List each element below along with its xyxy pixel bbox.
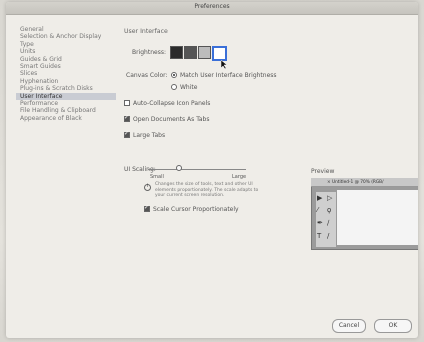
sidebar-item-hyphenation[interactable]: Hyphenation (16, 78, 116, 85)
large-tabs-checkbox[interactable] (124, 130, 130, 138)
auto-collapse-label: Auto-Collapse Icon Panels (133, 100, 211, 107)
line-tool-icon: / (327, 232, 330, 240)
ui-scaling-small-label: Small (150, 174, 164, 180)
brightness-light-swatch[interactable] (212, 46, 227, 61)
sidebar-item-units[interactable]: Units (16, 48, 116, 55)
cancel-button[interactable]: Cancel (332, 319, 366, 333)
sidebar-item-selection[interactable]: Selection & Anchor Display (16, 33, 116, 40)
ok-button[interactable]: OK (374, 319, 412, 333)
magic-wand-icon: ⁄ (317, 206, 319, 214)
ui-scaling-slider-track[interactable] (148, 169, 246, 170)
type-tool-icon: T (317, 232, 322, 240)
sidebar-item-type[interactable]: Type (16, 41, 116, 48)
ui-scaling-info-text: Changes the size of tools, text and othe… (155, 182, 259, 198)
ui-scaling-large-label: Large (232, 174, 247, 180)
sidebar-item-smart-guides[interactable]: Smart Guides (16, 63, 116, 70)
scale-cursor-checkbox[interactable] (144, 204, 150, 212)
preferences-window: Preferences General Selection & Anchor D… (6, 2, 418, 338)
selection-tool-icon: ▶ (317, 194, 323, 202)
brightness-medium-light-swatch[interactable] (198, 46, 211, 59)
sidebar-item-general[interactable]: General (16, 26, 116, 33)
ui-scaling-slider-knob[interactable] (176, 165, 182, 171)
window-title: Preferences (194, 3, 230, 10)
radio-match-brightness[interactable] (171, 72, 177, 78)
large-tabs-label: Large Tabs (133, 132, 166, 139)
lasso-icon: ϙ (327, 206, 332, 214)
info-icon (144, 183, 151, 191)
direct-selection-tool-icon: ▷ (327, 194, 333, 202)
main-panel: User Interface Brightness: Canvas Color:… (118, 16, 418, 333)
open-docs-tabs-checkbox[interactable] (124, 114, 130, 122)
auto-collapse-checkbox[interactable] (124, 100, 130, 106)
sidebar-item-slices[interactable]: Slices (16, 70, 116, 77)
canvas-color-label: Canvas Color: (126, 72, 168, 79)
pen-tool-icon: ✒ (317, 219, 323, 227)
curvature-tool-icon: ∕ (327, 219, 330, 227)
cursor-arrow-icon (221, 60, 228, 70)
sidebar-item-plugins[interactable]: Plug-ins & Scratch Disks (16, 85, 116, 92)
canvas-option-white-label: White (180, 84, 198, 91)
preview-document-tab: × Untitled-1 @ 70% (RGB/ (327, 180, 384, 185)
sidebar-item-performance[interactable]: Performance (16, 100, 116, 107)
sidebar: General Selection & Anchor Display Type … (16, 26, 116, 122)
brightness-dark-swatch[interactable] (170, 46, 183, 59)
open-docs-tabs-label: Open Documents As Tabs (133, 116, 210, 123)
sidebar-item-appearance-black[interactable]: Appearance of Black (16, 115, 116, 122)
sidebar-item-file-handling[interactable]: File Handling & Clipboard (16, 107, 116, 114)
sidebar-item-user-interface[interactable]: User Interface (16, 92, 116, 100)
preview-label: Preview (311, 168, 335, 175)
brightness-label: Brightness: (132, 49, 166, 56)
radio-white[interactable] (171, 84, 177, 90)
section-title: User Interface (124, 28, 168, 35)
canvas-option-match-label: Match User Interface Brightness (180, 72, 277, 79)
sidebar-item-guides-grid[interactable]: Guides & Grid (16, 56, 116, 63)
scale-cursor-label: Scale Cursor Proportionately (153, 206, 239, 213)
preview-canvas (337, 190, 418, 245)
brightness-medium-dark-swatch[interactable] (184, 46, 197, 59)
titlebar: Preferences (6, 2, 418, 15)
